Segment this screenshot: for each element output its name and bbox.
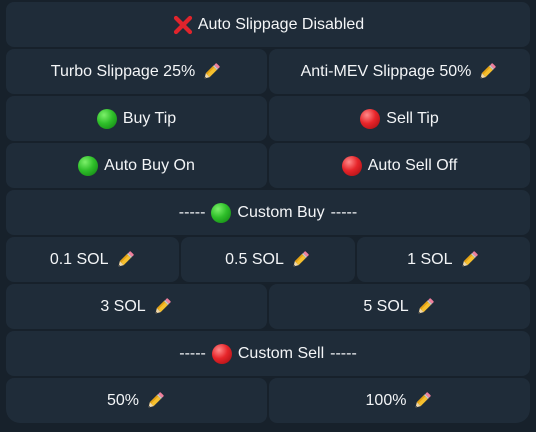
buy-amount-label: 1 SOL	[407, 250, 453, 268]
row-slippage: Turbo Slippage 25% Anti-MEV Slippage 50%	[6, 49, 530, 94]
buy-amount-label: 0.5 SOL	[225, 250, 284, 268]
pencil-icon	[289, 249, 311, 271]
row-sell-percents: 50% 100%	[6, 378, 530, 423]
cross-mark-icon	[173, 15, 192, 34]
auto-slippage-button[interactable]: Auto Slippage Disabled	[6, 2, 530, 47]
buy-amount-button[interactable]: 3 SOL	[6, 284, 267, 329]
buy-amount-button[interactable]: 5 SOL	[269, 284, 530, 329]
pencil-icon	[151, 296, 173, 318]
turbo-slippage-label: Turbo Slippage 25%	[50, 62, 196, 80]
green-circle-icon	[78, 155, 99, 176]
inline-keyboard: Auto Slippage Disabled Turbo Slippage 25…	[0, 0, 536, 432]
pencil-icon	[476, 61, 498, 83]
pencil-icon	[414, 296, 436, 318]
buy-amount-label: 0.1 SOL	[49, 250, 109, 268]
anti-mev-slippage-button[interactable]: Anti-MEV Slippage 50%	[269, 49, 530, 94]
anti-mev-slippage-label: Anti-MEV Slippage 50%	[300, 62, 472, 80]
row-auto-slippage: Auto Slippage Disabled	[6, 2, 530, 47]
pencil-icon	[200, 61, 222, 83]
row-buy-amounts-1: 0.1 SOL 0.5 SOL 1 SOL	[6, 237, 530, 282]
auto-buy-button[interactable]: Auto Buy On	[6, 143, 267, 188]
pencil-icon	[114, 249, 136, 271]
sell-percent-button[interactable]: 50%	[6, 378, 267, 423]
turbo-slippage-button[interactable]: Turbo Slippage 25%	[6, 49, 267, 94]
red-circle-icon	[341, 155, 362, 176]
row-custom-sell-header: ----- Custom Sell -----	[6, 331, 530, 376]
red-circle-icon	[211, 343, 232, 364]
buy-amount-button[interactable]: 1 SOL	[356, 237, 530, 282]
auto-sell-label: Auto Sell Off	[367, 156, 458, 174]
green-circle-icon	[96, 108, 117, 129]
sell-percent-label: 50%	[106, 391, 140, 409]
custom-buy-suffix: -----	[330, 203, 358, 221]
row-custom-buy-header: ----- Custom Buy -----	[6, 190, 530, 235]
custom-sell-suffix: -----	[330, 344, 357, 362]
custom-sell-prefix: -----	[179, 344, 206, 362]
pencil-icon	[411, 390, 433, 412]
buy-tip-button[interactable]: Buy Tip	[6, 96, 267, 141]
buy-amount-button[interactable]: 0.5 SOL	[181, 237, 355, 282]
custom-buy-label: Custom Buy	[237, 203, 325, 221]
custom-buy-header-button[interactable]: ----- Custom Buy -----	[6, 190, 530, 235]
row-buy-amounts-2: 3 SOL 5 SOL	[6, 284, 530, 329]
buy-amount-label: 5 SOL	[363, 297, 409, 315]
green-circle-icon	[211, 202, 232, 223]
auto-slippage-label: Auto Slippage Disabled	[197, 15, 365, 33]
pencil-icon	[458, 249, 480, 271]
red-circle-icon	[360, 108, 381, 129]
auto-sell-button[interactable]: Auto Sell Off	[269, 143, 530, 188]
custom-sell-label: Custom Sell	[237, 344, 325, 362]
pencil-icon	[144, 390, 166, 412]
buy-tip-label: Buy Tip	[122, 109, 177, 127]
row-auto-trade: Auto Buy On Auto Sell Off	[6, 143, 530, 188]
custom-buy-prefix: -----	[178, 203, 206, 221]
auto-buy-label: Auto Buy On	[104, 156, 195, 174]
sell-percent-button[interactable]: 100%	[269, 378, 530, 423]
sell-tip-button[interactable]: Sell Tip	[269, 96, 530, 141]
custom-sell-header-button[interactable]: ----- Custom Sell -----	[6, 331, 530, 376]
sell-tip-label: Sell Tip	[386, 109, 439, 127]
buy-amount-label: 3 SOL	[100, 297, 146, 315]
row-tips: Buy Tip Sell Tip	[6, 96, 530, 141]
buy-amount-button[interactable]: 0.1 SOL	[6, 237, 180, 282]
sell-percent-label: 100%	[365, 391, 407, 409]
